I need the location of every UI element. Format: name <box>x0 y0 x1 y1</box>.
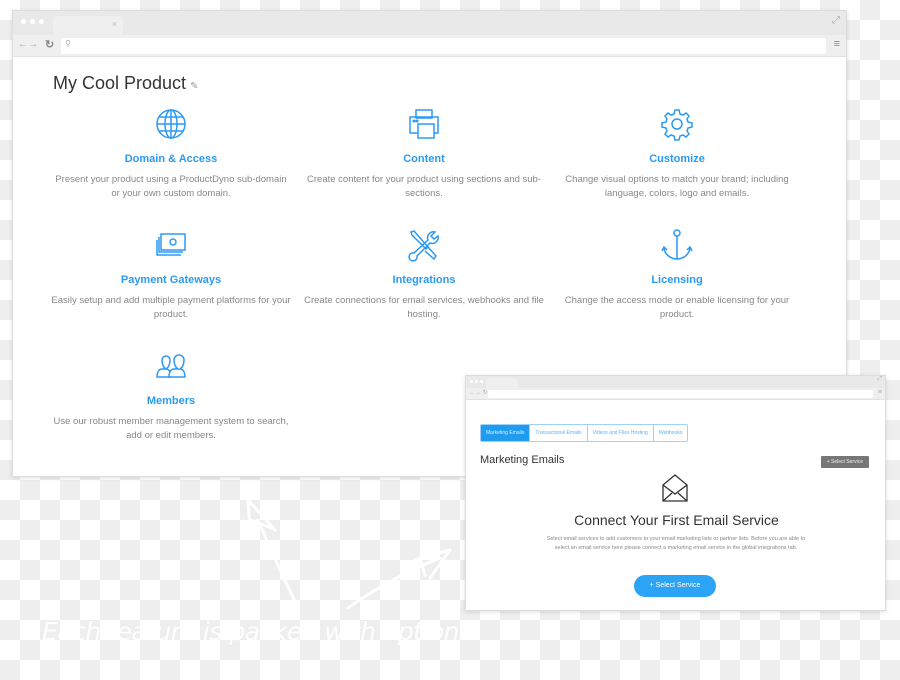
email-tabs: Marketing Emails Transactional Emails Vi… <box>480 424 689 442</box>
back-forward-icon[interactable]: ←→ <box>18 39 38 50</box>
money-icon <box>156 233 186 256</box>
feature-description: Present your product using a ProductDyno… <box>55 174 287 199</box>
feature-members[interactable]: Members Use our robust member management… <box>51 349 291 443</box>
feature-title[interactable]: Licensing <box>557 274 797 286</box>
feature-description: Create connections for email services, w… <box>304 295 544 320</box>
connect-title: Connect Your First Email Service <box>574 512 779 528</box>
feature-description: Use our robust member management system … <box>53 416 289 441</box>
feature-payment-gateways[interactable]: Payment Gateways Easily setup and add mu… <box>51 228 291 322</box>
feature-content[interactable]: Content Create content for your product … <box>304 107 544 201</box>
page-title: My Cool Product ✎ <box>53 73 199 93</box>
connect-description: Select email services to add customers t… <box>546 536 806 551</box>
browser-tab[interactable] <box>486 378 518 388</box>
caption: Each feature is packed with options! <box>42 617 482 646</box>
globe-icon <box>156 109 186 139</box>
edit-pencil-icon[interactable]: ✎ <box>190 81 198 92</box>
section-heading: Marketing Emails <box>480 454 565 466</box>
select-service-small-button[interactable]: + Select Service <box>820 456 869 468</box>
feature-description: Change the access mode or enable licensi… <box>564 295 790 320</box>
close-tab-icon[interactable]: × <box>112 19 117 29</box>
gear-icon <box>661 109 693 141</box>
back-forward-icon[interactable]: ←→ ↻ <box>469 389 488 396</box>
feature-integrations[interactable]: Integrations Create connections for emai… <box>304 228 544 322</box>
address-bar[interactable] <box>488 390 873 398</box>
tab-webhooks[interactable]: Webhooks <box>654 425 688 441</box>
tab-marketing-emails[interactable]: Marketing Emails <box>481 425 531 441</box>
tab-transactional-emails[interactable]: Transactional Emails <box>530 425 588 441</box>
feature-title[interactable]: Customize <box>557 153 797 165</box>
feature-licensing[interactable]: Licensing Change the access mode or enab… <box>557 228 797 322</box>
anchor-icon <box>661 229 693 260</box>
feature-title[interactable]: Payment Gateways <box>51 274 291 286</box>
envelope-open-icon <box>662 474 688 502</box>
tools-icon <box>408 230 439 262</box>
toolbar: ←→ ↻ ≡ <box>466 388 885 400</box>
feature-description: Change visual options to match your bran… <box>565 174 789 199</box>
feature-title[interactable]: Content <box>304 153 544 165</box>
address-bar[interactable]: ⚲ <box>61 38 826 54</box>
printer-icon <box>409 109 439 139</box>
window-controls[interactable] <box>21 19 44 24</box>
feature-customize[interactable]: Customize Change visual options to match… <box>557 107 797 201</box>
feature-description: Create content for your product using se… <box>307 174 541 199</box>
users-icon <box>156 354 186 378</box>
menu-icon[interactable]: ≡ <box>834 38 840 50</box>
feature-description: Easily setup and add multiple payment pl… <box>51 295 291 320</box>
select-service-button[interactable]: + Select Service <box>634 575 716 597</box>
search-icon: ⚲ <box>65 39 71 48</box>
menu-icon[interactable]: ≡ <box>878 389 882 396</box>
expand-icon[interactable]: ⤢ <box>832 15 840 26</box>
browser-tab[interactable]: × <box>53 16 123 35</box>
toolbar: ←→ ↻ ⚲ ≡ <box>13 35 846 57</box>
handdrawn-arrows <box>246 498 452 610</box>
title-bar: × ⤢ <box>13 11 846 35</box>
feature-title[interactable]: Integrations <box>304 274 544 286</box>
expand-icon[interactable]: ⤢ <box>877 376 882 383</box>
feature-title[interactable]: Members <box>51 395 291 407</box>
window-controls[interactable] <box>470 380 483 383</box>
tab-videos-files-hosting[interactable]: Videos and Files Hosting <box>588 425 654 441</box>
reload-icon[interactable]: ↻ <box>45 38 54 51</box>
feature-domain-access[interactable]: Domain & Access Present your product usi… <box>51 107 291 201</box>
title-bar: ⤢ <box>466 376 885 388</box>
feature-title[interactable]: Domain & Access <box>51 153 291 165</box>
email-browser-window: ⤢ ←→ ↻ ≡ Marketing Emails Transactional … <box>465 375 886 611</box>
